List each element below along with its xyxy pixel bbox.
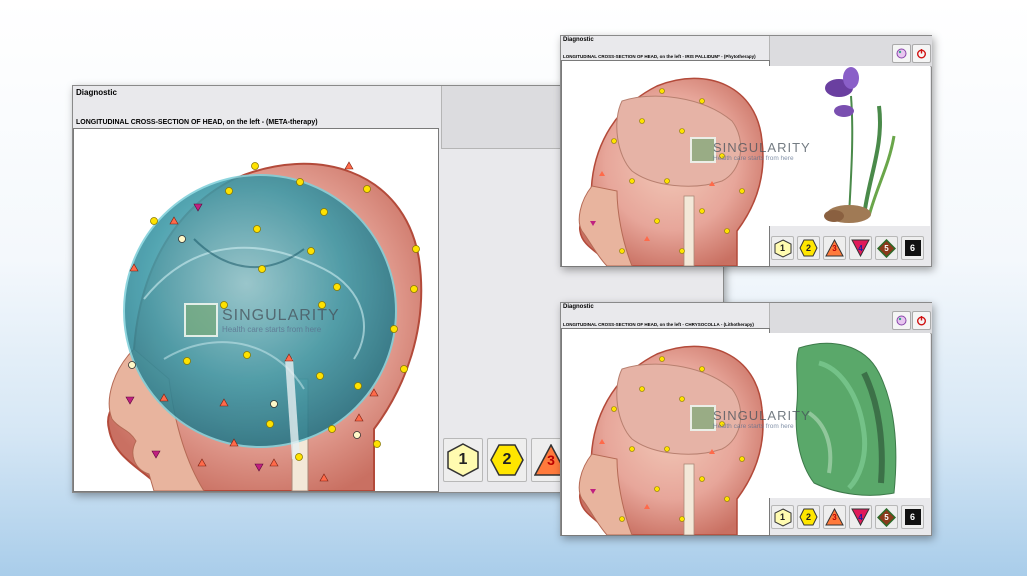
window-subtitle: LONGITUDINAL CROSS-SECTION OF HEAD, on t… bbox=[76, 119, 318, 126]
watermark-brand: SINGULARITY bbox=[713, 408, 811, 423]
level-3-button[interactable]: 3 bbox=[823, 505, 846, 529]
power-icon bbox=[917, 316, 926, 326]
level-buttons: 1 2 3 4 5 6 bbox=[771, 236, 924, 260]
level-3-label: 3 bbox=[547, 452, 555, 468]
power-button[interactable] bbox=[912, 44, 931, 63]
level-5-label: 5 bbox=[884, 243, 889, 253]
level-3-label: 3 bbox=[832, 512, 837, 522]
level-2-label: 2 bbox=[805, 512, 811, 522]
level-buttons: 1 2 3 bbox=[443, 438, 571, 482]
level-1-button[interactable]: 1 bbox=[771, 236, 794, 260]
head-anatomy-image[interactable] bbox=[561, 328, 770, 536]
watermark-brand: SINGULARITY bbox=[713, 140, 811, 155]
level-3-button[interactable]: 3 bbox=[823, 236, 846, 260]
head-anatomy-image[interactable] bbox=[561, 60, 770, 267]
level-4-label: 4 bbox=[858, 243, 863, 253]
level-5-button[interactable]: 5 bbox=[875, 236, 898, 260]
watermark-tagline: Health care starts from here bbox=[713, 423, 794, 430]
watermark-text-bottom: SINGULARITY Health care starts from here bbox=[713, 408, 811, 430]
level-1-button[interactable]: 1 bbox=[771, 505, 794, 529]
window-title: Diagnostic bbox=[563, 37, 594, 43]
level-3-label: 3 bbox=[832, 243, 837, 253]
palette-button[interactable] bbox=[892, 44, 911, 63]
logo-icon bbox=[184, 303, 218, 337]
level-6-label: 6 bbox=[909, 243, 915, 253]
level-2-button[interactable]: 2 bbox=[797, 505, 820, 529]
head-anatomy-image[interactable]: SINGULARITY Health care starts from here bbox=[73, 128, 439, 492]
level-2-label: 2 bbox=[805, 243, 811, 253]
palette-icon bbox=[896, 315, 907, 326]
palette-icon bbox=[896, 48, 907, 59]
window-title: Diagnostic bbox=[76, 88, 117, 97]
watermark-tagline: Health care starts from here bbox=[222, 324, 322, 334]
level-1-label: 1 bbox=[779, 243, 785, 253]
window-title: Diagnostic bbox=[563, 304, 594, 310]
window-subtitle: LONGITUDINAL CROSS-SECTION OF HEAD, on t… bbox=[563, 54, 756, 59]
level-5-label: 5 bbox=[884, 512, 889, 522]
level-1-label: 1 bbox=[779, 512, 785, 522]
level-2-label: 2 bbox=[502, 451, 512, 468]
power-button[interactable] bbox=[912, 311, 931, 330]
level-1-label: 1 bbox=[458, 451, 468, 468]
level-6-button[interactable]: 6 bbox=[901, 236, 924, 260]
watermark-brand: SINGULARITY bbox=[222, 306, 340, 324]
level-1-button[interactable]: 1 bbox=[443, 438, 483, 482]
watermark-logo: SINGULARITY Health care starts from here bbox=[184, 303, 340, 337]
level-6-label: 6 bbox=[909, 512, 915, 522]
level-4-button[interactable]: 4 bbox=[849, 236, 872, 260]
level-5-button[interactable]: 5 bbox=[875, 505, 898, 529]
watermark-text-top: SINGULARITY Health care starts from here bbox=[713, 140, 811, 162]
watermark-tagline: Health care starts from here bbox=[713, 155, 794, 162]
window-subtitle: LONGITUDINAL CROSS-SECTION OF HEAD, on t… bbox=[563, 322, 754, 327]
level-4-button[interactable]: 4 bbox=[849, 505, 872, 529]
palette-button[interactable] bbox=[892, 311, 911, 330]
power-icon bbox=[917, 49, 926, 59]
level-buttons: 1 2 3 4 5 6 bbox=[771, 505, 924, 529]
level-2-button[interactable]: 2 bbox=[797, 236, 820, 260]
level-6-button[interactable]: 6 bbox=[901, 505, 924, 529]
level-2-button[interactable]: 2 bbox=[487, 438, 527, 482]
level-4-label: 4 bbox=[858, 512, 863, 522]
